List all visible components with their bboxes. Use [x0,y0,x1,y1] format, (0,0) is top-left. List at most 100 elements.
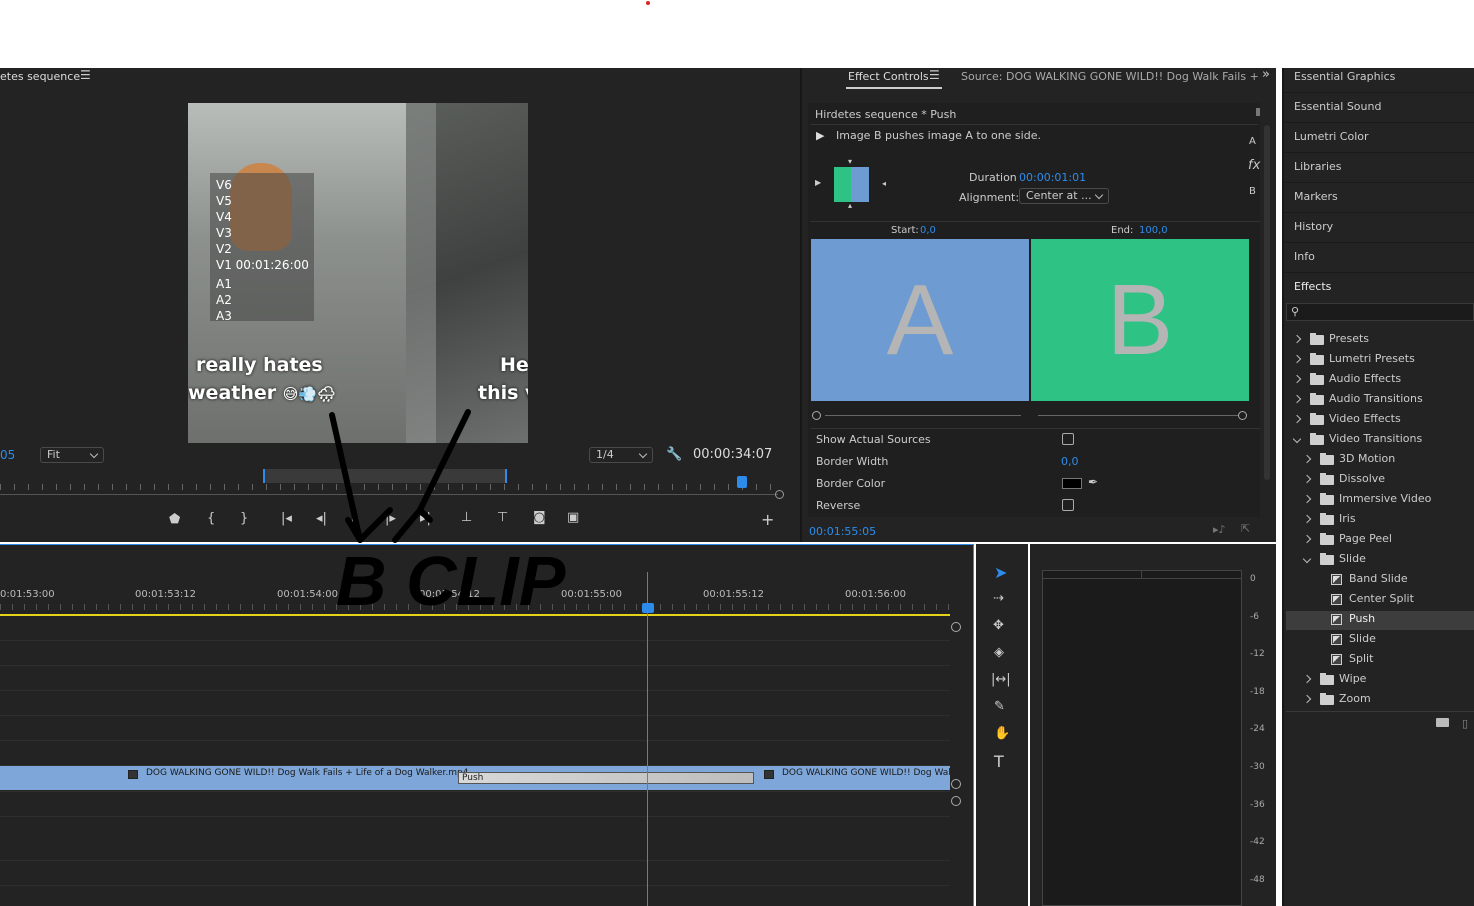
scroll-indicator-icon[interactable] [1256,108,1260,116]
folder-icon [1320,473,1334,485]
border-color-swatch[interactable] [1062,478,1082,489]
preview-b: B [1031,239,1249,401]
timeline-scroll-handle[interactable] [951,622,961,632]
side-b-label: B [1249,186,1256,197]
panel-tab-effects[interactable]: Effects [1294,280,1331,293]
thumb-down-arrow-icon[interactable]: ▴ [848,201,852,210]
tree-item-push[interactable]: Push [1349,612,1375,625]
tree-item-audio-effects[interactable]: Audio Effects [1329,372,1401,385]
ripple-edit-tool-icon[interactable]: ✥ [993,618,1004,633]
program-playhead-timecode[interactable]: 05 [0,448,15,462]
thumb-up-arrow-icon[interactable]: ▾ [848,157,852,166]
timeline-playhead-line[interactable] [647,572,648,906]
tree-item-video-effects[interactable]: Video Effects [1329,412,1401,425]
program-video-frame[interactable]: V6 V5 V4 V3 V2 V1 00:01:26:00 A1 A2 A3 r… [188,103,528,443]
new-bin-icon[interactable] [1436,718,1449,727]
thumb-left-arrow-icon[interactable]: ◂ [882,179,886,188]
start-slider-handle[interactable] [812,411,821,420]
mark-out-icon[interactable]: } [240,511,248,526]
mark-in-icon[interactable]: { [207,511,215,526]
start-value[interactable]: 0,0 [920,225,936,236]
tree-item-lumetri-presets[interactable]: Lumetri Presets [1329,352,1415,365]
duration-value[interactable]: 00:00:01:01 [1019,171,1086,184]
tree-item-immersive-video[interactable]: Immersive Video [1339,492,1431,505]
eyedropper-icon[interactable]: ✒ [1088,475,1098,489]
tree-item-3d-motion[interactable]: 3D Motion [1339,452,1395,465]
add-marker-icon[interactable]: ⬟ [169,512,180,527]
razor-tool-icon[interactable]: ◈ [994,645,1004,660]
export-icon[interactable]: ⇱ [1241,522,1250,535]
border-width-value[interactable]: 0,0 [1061,455,1079,468]
expand-arrow-icon[interactable]: ▶ [815,178,821,187]
tree-item-slide[interactable]: Slide [1349,632,1376,645]
track-select-tool-icon[interactable]: ⇢ [993,591,1004,606]
fx-icon[interactable]: fx [1248,158,1260,173]
start-slider-track[interactable] [825,415,1021,416]
tree-item-dissolve[interactable]: Dissolve [1339,472,1385,485]
tree-item-center-split[interactable]: Center Split [1349,592,1414,605]
panel-tab-history[interactable]: History [1294,220,1333,233]
end-slider-handle[interactable] [1238,411,1247,420]
transition-item-icon [1331,634,1342,645]
meter-scale-label: 0 [1250,574,1256,584]
end-slider-track[interactable] [1038,415,1238,416]
tree-item-video-transitions[interactable]: Video Transitions [1329,432,1422,445]
show-actual-sources-checkbox[interactable] [1062,433,1074,445]
annotation-arrow-right [417,409,471,513]
transition-block[interactable]: Push [458,772,754,784]
filter-icon[interactable]: ▸♪ [1213,523,1226,536]
panel-tab-markers[interactable]: Markers [1294,190,1338,203]
panel-menu-icon[interactable]: ☰ [80,68,91,82]
transition-description: Image B pushes image A to one side. [836,129,1041,142]
pen-tool-icon[interactable]: ✎ [994,699,1005,714]
tree-item-zoom[interactable]: Zoom [1339,692,1371,705]
show-actual-sources-label: Show Actual Sources [816,433,931,446]
type-tool-icon[interactable]: T [994,752,1004,771]
transition-item-icon [1331,654,1342,665]
zoom-dropdown[interactable]: Fit [40,447,104,463]
play-preview-icon[interactable]: ▶ [816,129,824,142]
tree-item-wipe[interactable]: Wipe [1339,672,1366,685]
effect-controls-timecode[interactable]: 00:01:55:05 [809,525,876,538]
tree-item-presets[interactable]: Presets [1329,332,1369,345]
ruler-end-handle[interactable] [775,490,784,499]
selection-tool-icon[interactable]: ➤ [994,563,1007,582]
tree-item-page-peel[interactable]: Page Peel [1339,532,1392,545]
tree-item-slide[interactable]: Slide [1339,552,1366,565]
tree-item-split[interactable]: Split [1349,652,1373,665]
program-playhead-marker[interactable] [737,476,747,488]
tab-effect-controls[interactable]: Effect Controls [848,70,929,83]
panel-tab-libraries[interactable]: Libraries [1294,160,1342,173]
hand-tool-icon[interactable]: ✋ [994,726,1010,741]
tree-item-iris[interactable]: Iris [1339,512,1356,525]
add-button-icon[interactable]: + [761,510,774,529]
go-to-in-icon[interactable]: |◂ [281,511,292,526]
track-scroll-handle[interactable] [951,779,961,789]
track-scroll-handle-2[interactable] [951,796,961,806]
tab-source[interactable]: Source: DOG WALKING GONE WILD!! Dog Walk… [961,70,1259,83]
tree-item-audio-transitions[interactable]: Audio Transitions [1329,392,1423,405]
more-panels-icon[interactable]: » [1262,67,1270,82]
reverse-checkbox[interactable] [1062,499,1074,511]
slip-tool-icon[interactable]: |↔| [991,672,1011,687]
tree-item-band-slide[interactable]: Band Slide [1349,572,1408,585]
panel-tab-essential-sound[interactable]: Essential Sound [1294,100,1381,113]
border-width-label: Border Width [816,455,889,468]
alignment-dropdown[interactable]: Center at ... [1019,188,1109,204]
trash-icon[interactable]: ▯ [1462,717,1468,730]
program-monitor-title[interactable]: etes sequence [0,70,80,83]
panel-tab-info[interactable]: Info [1294,250,1315,263]
panel-tab-essential-graphics[interactable]: Essential Graphics [1294,70,1395,83]
end-value[interactable]: 100,0 [1139,225,1168,236]
preview-a: A [811,239,1029,401]
overlay-track: V1 [216,258,232,272]
panel-tab-lumetri-color[interactable]: Lumetri Color [1294,130,1369,143]
effect-scrollbar[interactable] [1264,125,1270,480]
panel-menu-icon[interactable]: ☰ [929,68,940,82]
meter-scale-label: -18 [1250,686,1265,697]
wrench-icon[interactable]: 🔧 [666,447,682,462]
zoom-value: Fit [47,448,60,461]
track-row-divider [0,740,950,741]
timeline-playhead-head[interactable] [642,603,654,613]
effects-search-box[interactable]: ⚲ [1286,303,1474,321]
